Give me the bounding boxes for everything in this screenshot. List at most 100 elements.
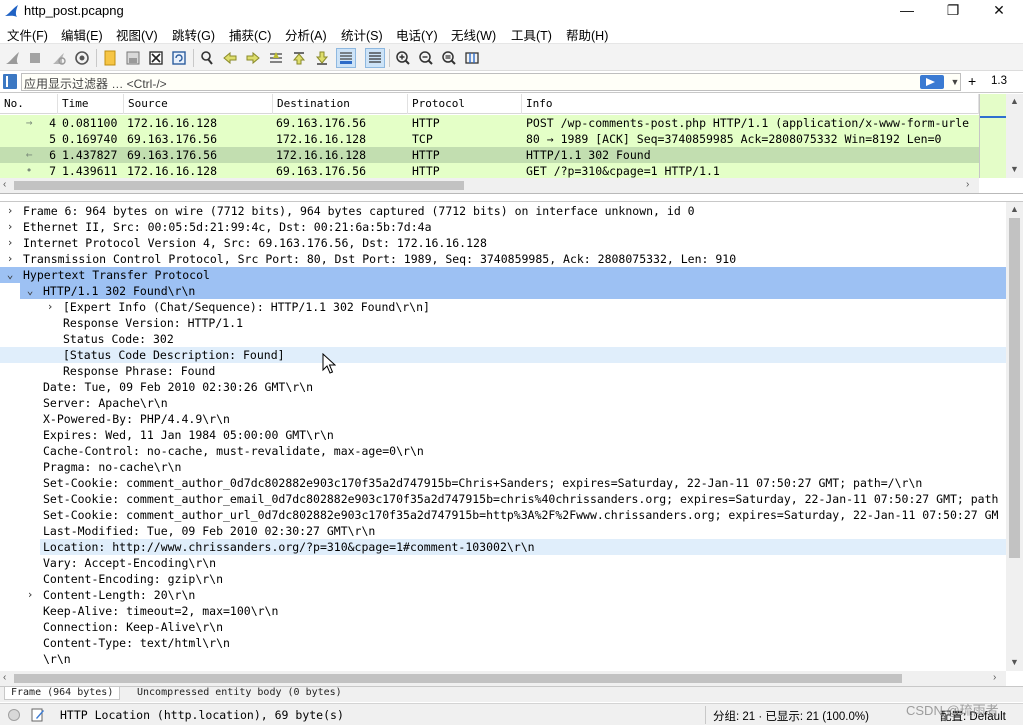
chevron-right-icon[interactable]: › (24, 587, 36, 603)
options-icon[interactable] (72, 48, 92, 68)
packet-list-hscrollbar[interactable]: ‹ › (0, 178, 979, 193)
packet-minimap[interactable] (979, 94, 1006, 178)
column-header-destination[interactable]: Destination (273, 94, 408, 114)
minimize-button[interactable]: — (884, 0, 930, 22)
tree-field[interactable]: Cache-Control: no-cache, must-revalidate… (0, 443, 1006, 459)
tree-field[interactable]: Server: Apache\r\n (0, 395, 1006, 411)
column-header-protocol[interactable]: Protocol (408, 94, 522, 114)
expert-info-icon[interactable] (8, 709, 20, 721)
menu-edit[interactable]: 编辑(E) (61, 25, 103, 44)
forward-icon[interactable] (243, 48, 263, 68)
tree-field[interactable]: Date: Tue, 09 Feb 2010 02:30:26 GMT\r\n (0, 379, 1006, 395)
menu-view[interactable]: 视图(V) (116, 25, 158, 44)
tree-node-http-status-line[interactable]: ⌄ HTTP/1.1 302 Found\r\n (20, 283, 1006, 299)
close-button[interactable]: ✕ (976, 0, 1022, 22)
tree-field[interactable]: Content-Type: text/html\r\n (0, 635, 1006, 651)
tab-uncompressed-body[interactable]: Uncompressed entity body (0 bytes) (131, 687, 348, 700)
tree-field[interactable]: Set-Cookie: comment_author_0d7dc802882e9… (0, 475, 1006, 491)
shark-fin-icon[interactable] (3, 48, 23, 68)
tree-field[interactable]: Expires: Wed, 11 Jan 1984 05:00:00 GMT\r… (0, 427, 1006, 443)
packet-list-vscrollbar[interactable]: ▲ ▼ (1006, 94, 1023, 178)
scroll-up-icon[interactable]: ▲ (1010, 204, 1019, 214)
tree-field[interactable]: \r\n (0, 651, 1006, 667)
packet-row[interactable]: 5 0.169740 69.163.176.56 172.16.16.128 T… (0, 131, 979, 147)
scroll-thumb[interactable] (1009, 218, 1020, 558)
chevron-right-icon[interactable]: › (4, 251, 16, 267)
menu-file[interactable]: 文件(F) (7, 25, 48, 44)
menu-go[interactable]: 跳转(G) (172, 25, 215, 44)
autoscroll-icon[interactable] (336, 48, 356, 68)
edit-comment-icon[interactable] (31, 707, 45, 723)
zoom-reset-icon[interactable] (439, 48, 459, 68)
menu-tools[interactable]: 工具(T) (511, 25, 552, 44)
save-icon[interactable] (123, 48, 143, 68)
column-header-no[interactable]: No. (0, 94, 58, 114)
tree-field[interactable]: Keep-Alive: timeout=2, max=100\r\n (0, 603, 1006, 619)
scroll-right-icon[interactable]: › (993, 672, 996, 683)
open-icon[interactable] (100, 48, 120, 68)
scroll-down-icon[interactable]: ▼ (1010, 164, 1019, 174)
reload-icon[interactable] (169, 48, 189, 68)
chevron-down-icon[interactable]: ⌄ (24, 283, 36, 299)
zoom-out-icon[interactable] (416, 48, 436, 68)
column-header-source[interactable]: Source (124, 94, 273, 114)
resize-columns-icon[interactable] (462, 48, 482, 68)
tree-field[interactable]: Set-Cookie: comment_author_email_0d7dc80… (0, 491, 1006, 507)
scroll-right-icon[interactable]: › (966, 179, 969, 190)
scroll-thumb[interactable] (14, 674, 902, 683)
packet-row[interactable]: • 7 1.439611 172.16.16.128 69.163.176.56… (0, 163, 979, 178)
last-icon[interactable] (312, 48, 332, 68)
tree-field-hovered[interactable]: [Status Code Description: Found] (0, 347, 1006, 363)
tree-node-ethernet[interactable]: › Ethernet II, Src: 00:05:5d:21:99:4c, Ds… (0, 219, 1006, 235)
chevron-right-icon[interactable]: › (4, 235, 16, 251)
first-icon[interactable] (289, 48, 309, 68)
back-icon[interactable] (220, 48, 240, 68)
packet-row[interactable]: → 4 0.081100 172.16.16.128 69.163.176.56… (0, 115, 979, 131)
tree-field[interactable]: Status Code: 302 (0, 331, 1006, 347)
column-header-info[interactable]: Info (522, 94, 979, 114)
tree-field[interactable]: X-Powered-By: PHP/4.4.9\r\n (0, 411, 1006, 427)
tree-node-http[interactable]: ⌄ Hypertext Transfer Protocol (0, 267, 1006, 283)
goto-icon[interactable] (266, 48, 286, 68)
add-filter-button[interactable]: + (968, 73, 976, 89)
details-vscrollbar[interactable]: ▲ ▼ (1006, 202, 1023, 671)
tree-node-tcp[interactable]: › Transmission Control Protocol, Src Port… (0, 251, 1006, 267)
filter-button-version[interactable]: 1.3 (991, 75, 1007, 87)
menu-statistics[interactable]: 统计(S) (341, 25, 383, 44)
tree-field[interactable]: Last-Modified: Tue, 09 Feb 2010 02:30:27… (0, 523, 1006, 539)
scroll-down-icon[interactable]: ▼ (1010, 657, 1019, 667)
tree-node-expert-info[interactable]: › [Expert Info (Chat/Sequence): HTTP/1.1 … (0, 299, 1006, 315)
apply-filter-icon[interactable] (920, 75, 944, 89)
tree-field[interactable]: Set-Cookie: comment_author_url_0d7dc8028… (0, 507, 1006, 523)
chevron-right-icon[interactable]: › (44, 299, 56, 315)
bookmark-icon[interactable] (3, 74, 17, 89)
tree-field[interactable]: Connection: Keep-Alive\r\n (0, 619, 1006, 635)
chevron-right-icon[interactable]: › (4, 219, 16, 235)
details-hscrollbar[interactable]: ‹ › (0, 671, 1006, 686)
chevron-down-icon[interactable]: ⌄ (4, 267, 16, 283)
zoom-in-icon[interactable] (393, 48, 413, 68)
tree-node-content-length[interactable]: › Content-Length: 20\r\n (0, 587, 1006, 603)
close-file-icon[interactable] (146, 48, 166, 68)
scroll-left-icon[interactable]: ‹ (3, 672, 6, 683)
menu-capture[interactable]: 捕获(C) (229, 25, 271, 44)
tree-field-selected[interactable]: Location: http://www.chrissanders.org/?p… (40, 539, 1006, 555)
colorize-icon[interactable] (365, 48, 385, 68)
maximize-button[interactable]: ❐ (930, 0, 976, 22)
tree-field[interactable]: Vary: Accept-Encoding\r\n (0, 555, 1006, 571)
tree-field[interactable]: Response Version: HTTP/1.1 (0, 315, 1006, 331)
tree-node-frame[interactable]: › Frame 6: 964 bytes on wire (7712 bits),… (0, 203, 1006, 219)
menu-help[interactable]: 帮助(H) (566, 25, 608, 44)
tree-node-ipv4[interactable]: › Internet Protocol Version 4, Src: 69.16… (0, 235, 1006, 251)
restart-icon[interactable] (49, 48, 69, 68)
menu-analyze[interactable]: 分析(A) (285, 25, 327, 44)
tree-field[interactable]: Response Phrase: Found (0, 363, 1006, 379)
menu-wireless[interactable]: 无线(W) (451, 25, 496, 44)
column-header-time[interactable]: Time (58, 94, 124, 114)
stop-icon[interactable] (25, 48, 45, 68)
find-icon[interactable] (197, 48, 217, 68)
display-filter-input[interactable]: 应用显示过滤器 … <Ctrl-/> ▼ (21, 73, 961, 91)
tab-frame-bytes[interactable]: Frame (964 bytes) (4, 687, 121, 700)
tree-field[interactable]: Pragma: no-cache\r\n (0, 459, 1006, 475)
packet-row-selected[interactable]: ← 6 1.437827 69.163.176.56 172.16.16.128… (0, 147, 979, 163)
